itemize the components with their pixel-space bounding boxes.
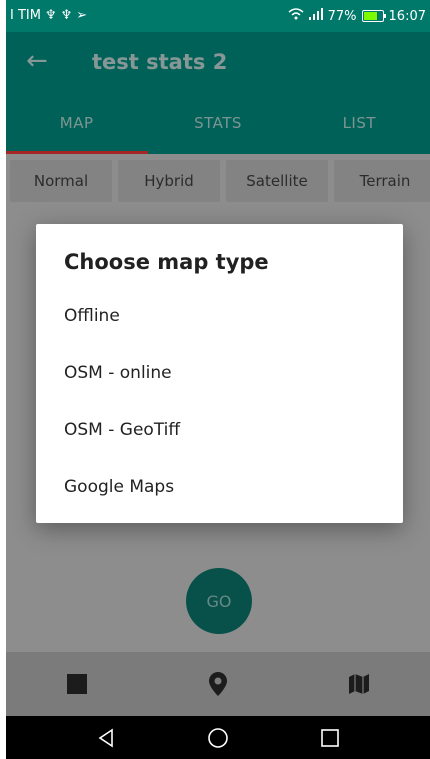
system-nav-bar <box>6 716 430 759</box>
wifi-icon <box>288 8 304 24</box>
carrier-label: I TIM <box>10 8 41 23</box>
option-offline[interactable]: Offline <box>64 306 120 326</box>
send-icon: ➢ <box>76 8 88 23</box>
battery-percent: 77% <box>327 8 357 24</box>
choose-map-type-dialog: Choose map type Offline OSM - online OSM… <box>36 224 403 523</box>
dialog-title: Choose map type <box>64 250 269 274</box>
option-osm-geotiff[interactable]: OSM - GeoTiff <box>64 420 180 440</box>
signal-icon <box>308 8 323 24</box>
battery-icon <box>361 10 386 22</box>
option-google-maps[interactable]: Google Maps <box>64 477 174 497</box>
option-osm-online[interactable]: OSM - online <box>64 363 172 383</box>
status-bar: I TIM ♆ ♆ ➢ 77% 16:07 <box>6 0 430 32</box>
status-right: 77% 16:07 <box>288 8 426 24</box>
recents-icon[interactable] <box>320 728 340 748</box>
usb-icon: ♆ <box>44 8 57 23</box>
clock: 16:07 <box>388 8 426 24</box>
phone-screen: I TIM ♆ ♆ ➢ 77% 16:07 ← test stats 2 MAP… <box>6 0 430 759</box>
back-icon[interactable] <box>97 728 117 748</box>
usb-icon-2: ♆ <box>60 8 73 23</box>
home-icon[interactable] <box>207 727 229 749</box>
status-left: I TIM ♆ ♆ ➢ <box>10 8 87 23</box>
